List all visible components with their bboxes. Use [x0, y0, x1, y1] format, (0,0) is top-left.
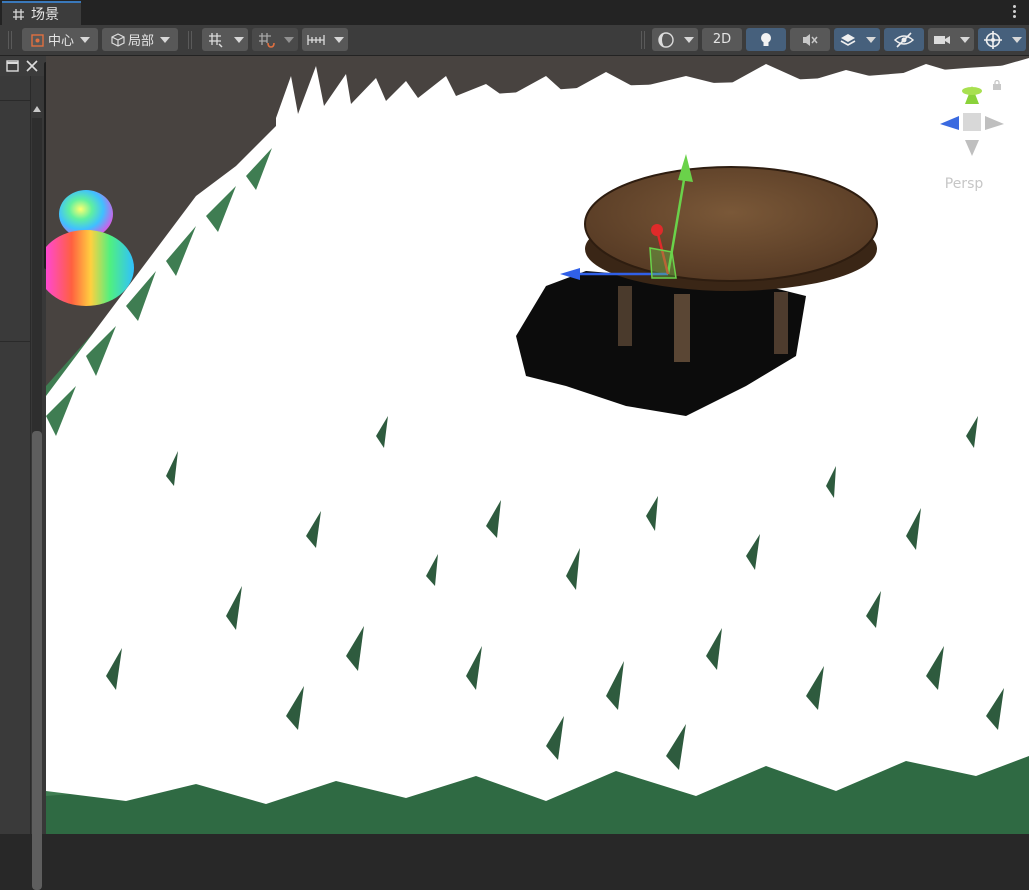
- panel-content: [0, 76, 31, 834]
- scene-viewport[interactable]: Persp: [46, 56, 1029, 834]
- scene-toolbar: 中心 局部 2D: [0, 25, 1029, 56]
- draw-mode-dropdown[interactable]: [652, 28, 698, 51]
- scrollbar-thumb[interactable]: [32, 431, 42, 890]
- tab-scene-label: 场景: [31, 7, 59, 23]
- effects-layers-icon: [840, 33, 855, 46]
- grid-snap-icon: [208, 32, 223, 48]
- projection-label[interactable]: Persp: [942, 176, 986, 192]
- space-mode-dropdown[interactable]: 局部: [102, 28, 178, 51]
- effects-dropdown[interactable]: [834, 28, 880, 51]
- gizmos-dropdown[interactable]: [978, 28, 1026, 51]
- tab-scene[interactable]: 场景: [2, 1, 81, 25]
- pivot-mode-dropdown[interactable]: 中心: [22, 28, 98, 51]
- scene-visibility-toggle[interactable]: [884, 28, 924, 51]
- 2d-mode-label: 2D: [712, 32, 732, 47]
- more-options-icon[interactable]: [1013, 4, 1017, 20]
- chevron-down-icon: [334, 36, 344, 43]
- pivot-mode-label: 中心: [47, 34, 74, 49]
- audio-toggle[interactable]: [790, 28, 830, 51]
- gizmos-icon: [983, 30, 1002, 49]
- 2d-mode-toggle[interactable]: 2D: [702, 28, 742, 51]
- pivot-center-icon: [31, 33, 44, 47]
- panel-header: [0, 56, 46, 76]
- toolbar-grip[interactable]: [8, 31, 14, 49]
- toolbar-grip[interactable]: [188, 31, 194, 49]
- chevron-down-icon: [865, 36, 876, 43]
- scene-visibility-icon: [893, 31, 915, 48]
- chevron-down-icon: [80, 36, 90, 43]
- scene-render: [46, 56, 1029, 834]
- camera-settings-dropdown[interactable]: [928, 28, 974, 51]
- ruler-dropdown[interactable]: [302, 28, 348, 51]
- shading-mode-icon: [657, 31, 674, 48]
- camera-icon: [933, 35, 950, 44]
- lighting-toggle[interactable]: [746, 28, 786, 51]
- left-docked-panel: [0, 56, 52, 890]
- close-icon[interactable]: [26, 60, 38, 72]
- grid-snap-dropdown[interactable]: [202, 28, 248, 51]
- increment-snap-icon: [258, 32, 275, 48]
- increment-snap-dropdown[interactable]: [252, 28, 298, 51]
- space-mode-label: 局部: [127, 34, 154, 49]
- chevron-down-icon: [233, 36, 244, 43]
- chevron-down-icon: [283, 36, 294, 43]
- chevron-down-icon: [1011, 36, 1022, 43]
- local-space-icon: [111, 32, 125, 47]
- ruler-icon: [307, 34, 325, 45]
- audio-mute-icon: [803, 33, 818, 46]
- chevron-down-icon: [959, 36, 970, 43]
- toolbar-grip[interactable]: [641, 31, 647, 49]
- lock-icon[interactable]: [992, 80, 1002, 90]
- chevron-down-icon: [683, 36, 694, 43]
- scene-grid-icon: [13, 8, 24, 20]
- chevron-down-icon: [160, 36, 170, 43]
- lighting-icon: [761, 32, 771, 46]
- tab-bar: 场景: [0, 0, 1029, 25]
- orientation-gizmo[interactable]: [937, 82, 1007, 162]
- maximize-icon[interactable]: [6, 60, 19, 72]
- scroll-up-icon[interactable]: [33, 106, 41, 112]
